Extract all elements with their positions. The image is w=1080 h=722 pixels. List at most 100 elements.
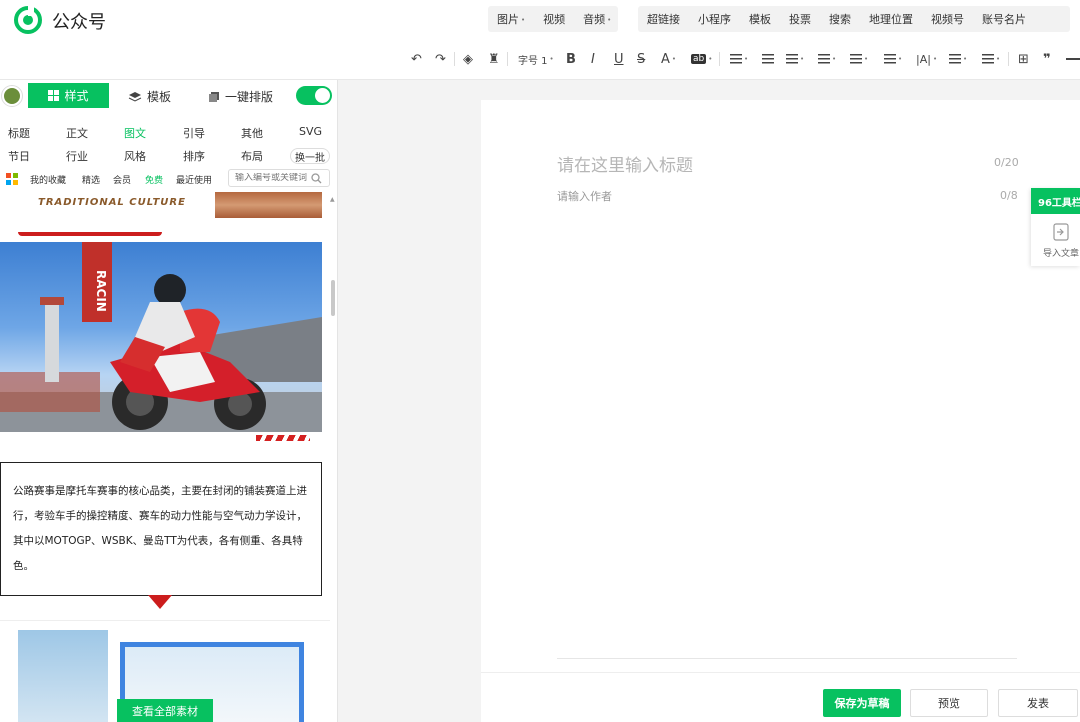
font-size-select[interactable]: 字号 1 • — [518, 50, 554, 68]
filter-free[interactable]: 免费 — [145, 173, 163, 186]
editor-bottom-divider — [557, 658, 1017, 659]
import-article-label[interactable]: 导入文章 — [1043, 246, 1079, 259]
format-painter-icon[interactable]: ◈ — [463, 50, 473, 68]
category-image-text[interactable]: 图文 — [124, 125, 146, 141]
import-article-icon[interactable] — [1051, 223, 1071, 241]
action-footer — [481, 672, 1080, 722]
author-input[interactable]: 请输入作者 — [557, 188, 612, 204]
bold-button[interactable]: B — [566, 50, 576, 68]
material-motorcycle-photo[interactable]: RACIN — [0, 242, 322, 432]
letter-spacing-menu[interactable]: |A| • — [916, 50, 937, 68]
align-menu[interactable]: • — [730, 50, 748, 68]
category-title[interactable]: 标题 — [8, 125, 30, 141]
search-icon[interactable] — [311, 172, 322, 184]
redo-icon[interactable]: ↷ — [435, 50, 446, 68]
material-text-card[interactable]: 公路赛事是摩托车赛事的核心品类，主要在封闭的铺装赛道上进行，考验车手的操控精度、… — [0, 462, 322, 596]
font-color-button[interactable]: A • — [661, 50, 676, 68]
filter-member[interactable]: 会员 — [113, 173, 131, 186]
tab-template[interactable]: 模板 — [128, 88, 171, 105]
swap-batch-button[interactable]: 换一批 — [290, 148, 330, 164]
material-thumbnail[interactable] — [18, 630, 108, 722]
card-bottom-line — [0, 595, 142, 596]
tab-one-click-format[interactable]: 一键排版 — [208, 88, 273, 105]
wechat-logo-icon — [14, 6, 42, 34]
preview-button[interactable]: 预览 — [910, 689, 988, 717]
background-color-button[interactable]: ab • — [691, 50, 712, 68]
style-panel: 样式 模板 一键排版 标题 正文 图文 引导 其他 SVG 节日 行业 风格 排… — [0, 80, 338, 722]
material-scrollbar[interactable] — [331, 280, 335, 316]
chevron-down-icon: • — [996, 55, 1001, 63]
category-holiday[interactable]: 节日 — [8, 148, 30, 164]
article-title-input[interactable]: 请在这里输入标题 — [557, 151, 693, 176]
top-bar: 公众号 图片 • 视频 音频 • 超链接 小程序 模板 投票 搜索 地理位置 视频号… — [0, 0, 1080, 38]
border-icon — [982, 54, 994, 64]
category-style[interactable]: 风格 — [124, 148, 146, 164]
chevron-down-icon: • — [521, 16, 526, 24]
align-center-menu[interactable]: • — [786, 50, 804, 68]
apps-icon — [6, 173, 18, 185]
insert-location-button[interactable]: 地理位置 — [860, 11, 922, 27]
table-icon[interactable]: ⊞ — [1018, 50, 1029, 68]
category-sort[interactable]: 排序 — [183, 148, 205, 164]
chevron-down-icon: • — [800, 55, 805, 63]
tab-style[interactable]: 样式 — [28, 83, 109, 108]
red-triangle-marker — [148, 595, 172, 609]
insert-media-group: 图片 • 视频 音频 • — [488, 6, 618, 32]
side-toolbox-title[interactable]: 96工具栏 — [1031, 188, 1080, 214]
view-all-materials-button[interactable]: 查看全部素材 — [117, 699, 213, 722]
toolbar-divider — [454, 52, 455, 66]
border-menu[interactable]: • — [982, 50, 1000, 68]
save-draft-button[interactable]: 保存为草稿 — [823, 689, 901, 717]
insert-image-menu[interactable]: 图片 • — [488, 11, 534, 27]
category-body[interactable]: 正文 — [66, 125, 88, 141]
underline-button[interactable]: U — [614, 50, 624, 68]
chevron-down-icon: • — [832, 55, 837, 63]
insert-audio-menu[interactable]: 音频 • — [574, 11, 620, 27]
filter-recent[interactable]: 最近使用 — [176, 173, 212, 186]
avatar[interactable] — [2, 86, 22, 106]
one-click-format-toggle[interactable] — [296, 86, 332, 105]
strikethrough-button[interactable]: S — [637, 50, 645, 68]
grid-icon — [48, 90, 60, 101]
material-divider — [0, 620, 330, 621]
category-layout[interactable]: 布局 — [241, 148, 263, 164]
material-search-input[interactable] — [235, 173, 311, 183]
material-banner-text: TRADITIONAL CULTURE — [38, 197, 186, 208]
blockquote-icon[interactable]: ❞ — [1043, 50, 1051, 68]
filter-favorites[interactable]: 我的收藏 — [30, 173, 66, 186]
material-search-field[interactable] — [228, 169, 330, 187]
insert-vote-button[interactable]: 投票 — [780, 11, 820, 27]
horizontal-rule-icon[interactable] — [1066, 50, 1080, 68]
insert-account-card-button[interactable]: 账号名片 — [973, 11, 1035, 27]
italic-button[interactable]: I — [591, 50, 595, 68]
editor-canvas[interactable] — [481, 100, 1080, 672]
scroll-up-icon[interactable]: ▲ — [330, 196, 335, 203]
clear-format-icon[interactable]: ♜ — [488, 50, 500, 68]
publish-button[interactable]: 发表 — [998, 689, 1078, 717]
insert-miniprogram-button[interactable]: 小程序 — [689, 11, 740, 27]
insert-template-button[interactable]: 模板 — [740, 11, 780, 27]
paragraph-spacing-before-menu[interactable]: • — [818, 50, 836, 68]
material-banner-image[interactable] — [215, 192, 322, 218]
paragraph-spacing-after-menu[interactable]: • — [850, 50, 868, 68]
align-center-icon — [786, 54, 798, 64]
insert-search-button[interactable]: 搜索 — [820, 11, 860, 27]
insert-video-button[interactable]: 视频 — [534, 11, 574, 27]
category-svg[interactable]: SVG — [299, 125, 322, 138]
toolbar-divider — [1008, 52, 1009, 66]
letter-spacing-icon: |A| — [916, 52, 931, 66]
line-height-menu[interactable]: • — [884, 50, 902, 68]
list-menu[interactable]: • — [949, 50, 967, 68]
filter-featured[interactable]: 精选 — [82, 173, 100, 186]
insert-hyperlink-button[interactable]: 超链接 — [638, 11, 689, 27]
category-guide[interactable]: 引导 — [183, 125, 205, 141]
material-list[interactable]: TRADITIONAL CULTURE RACIN 公路赛事是摩托车赛事的核心品… — [0, 190, 330, 722]
insert-channels-button[interactable]: 视频号 — [922, 11, 973, 27]
category-industry[interactable]: 行业 — [66, 148, 88, 164]
undo-icon[interactable]: ↶ — [411, 50, 422, 68]
chevron-down-icon: • — [549, 55, 554, 63]
indent-button[interactable] — [762, 50, 774, 68]
category-other[interactable]: 其他 — [241, 125, 263, 141]
copy-icon — [209, 91, 219, 102]
motorcycle-racer-illustration: RACIN — [0, 242, 322, 432]
